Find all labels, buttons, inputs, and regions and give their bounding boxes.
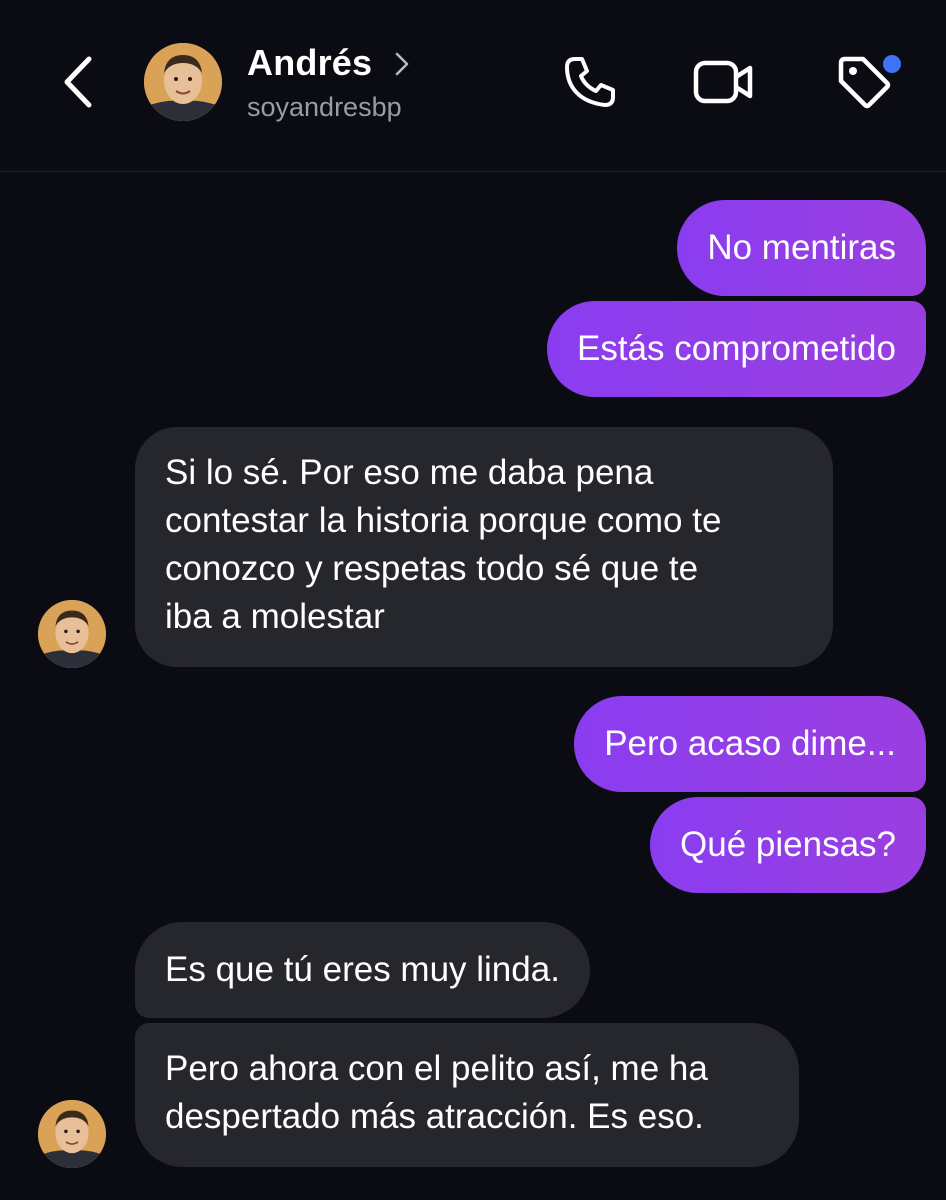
message-text: Estás comprometido bbox=[576, 329, 896, 368]
message-text: No mentiras bbox=[707, 228, 896, 267]
message-text: Es que tú eres muy linda. bbox=[165, 950, 560, 989]
message-outgoing[interactable]: Qué piensas? bbox=[650, 797, 926, 893]
message-outgoing[interactable]: No mentiras bbox=[677, 200, 926, 296]
message-line: iba a molestar bbox=[165, 597, 385, 636]
notification-dot bbox=[883, 55, 901, 73]
message-line: Pero ahora con el pelito así, me ha bbox=[165, 1049, 708, 1088]
message-outgoing[interactable]: Estás comprometido bbox=[546, 301, 926, 397]
message-line: contestar la historia porque como te bbox=[165, 501, 722, 540]
phone-icon bbox=[565, 57, 615, 107]
message-outgoing[interactable]: Pero acaso dime... bbox=[574, 696, 926, 792]
back-button[interactable] bbox=[50, 52, 106, 112]
avatar-photo bbox=[38, 600, 106, 668]
contact-avatar[interactable] bbox=[38, 1100, 106, 1168]
chat-screen: Andrés soyandresbp No mentiras Estás com… bbox=[0, 0, 946, 1200]
message-incoming[interactable]: Es que tú eres muy linda. bbox=[135, 922, 590, 1018]
chat-header: Andrés soyandresbp bbox=[0, 0, 946, 172]
message-line: conozco y respetas todo sé que te bbox=[165, 549, 699, 588]
video-call-button[interactable] bbox=[692, 50, 756, 114]
message-line: Si lo sé. Por eso me daba pena bbox=[165, 453, 654, 492]
avatar-photo bbox=[144, 43, 222, 121]
avatar-photo bbox=[38, 1100, 106, 1168]
contact-avatar[interactable] bbox=[38, 600, 106, 668]
message-incoming[interactable]: Si lo sé. Por eso me daba pena contestar… bbox=[135, 427, 833, 667]
message-text: Qué piensas? bbox=[680, 825, 896, 864]
message-text: Pero acaso dime... bbox=[604, 724, 896, 763]
message-incoming[interactable]: Pero ahora con el pelito así, me ha desp… bbox=[135, 1023, 799, 1167]
contact-name[interactable]: Andrés bbox=[247, 42, 372, 84]
contact-handle: soyandresbp bbox=[247, 92, 402, 122]
chevron-left-icon bbox=[64, 56, 92, 108]
call-button[interactable] bbox=[558, 50, 622, 114]
contact-avatar[interactable] bbox=[144, 43, 222, 121]
chevron-right-icon[interactable] bbox=[392, 50, 412, 78]
message-line: despertado más atracción. Es eso. bbox=[165, 1097, 704, 1136]
video-camera-icon bbox=[693, 60, 753, 104]
